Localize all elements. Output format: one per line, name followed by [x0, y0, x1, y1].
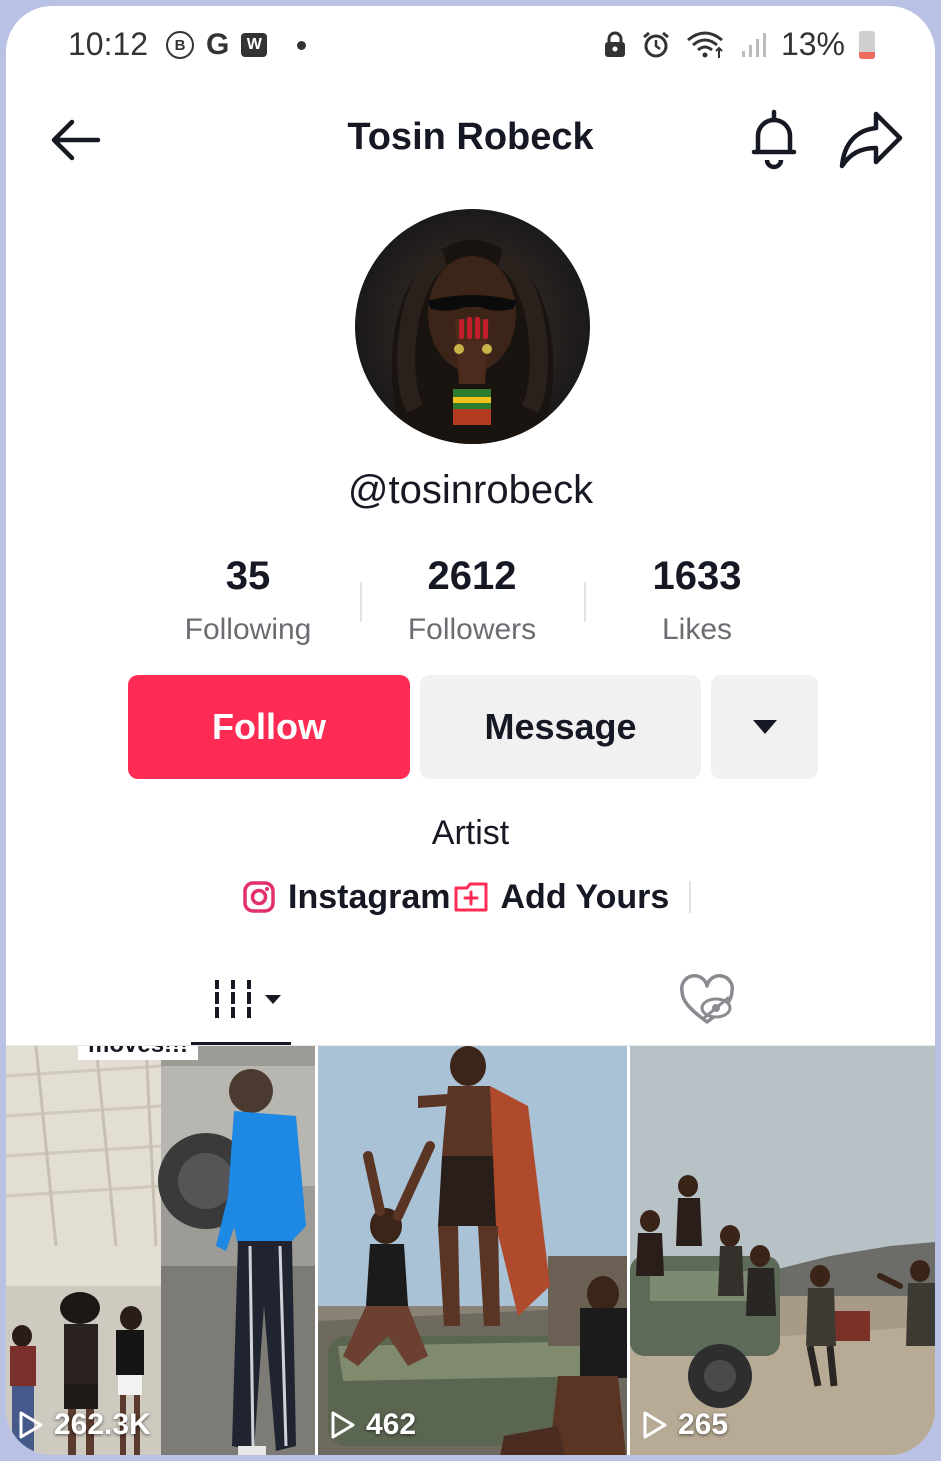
message-button[interactable]: Message [420, 675, 701, 779]
wifi-icon [687, 31, 723, 58]
b-circle-icon: B [166, 31, 194, 59]
profile-stats: 35 Following 2612 Followers 1633 Likes [6, 554, 935, 654]
dot-icon [297, 40, 307, 50]
view-count-text: 262.3K [54, 1408, 151, 1441]
tab-videos[interactable] [191, 962, 291, 1046]
more-options-button[interactable] [711, 675, 818, 779]
stat-likes[interactable]: 1633 Likes [597, 554, 797, 647]
stat-following[interactable]: 35 Following [148, 554, 348, 647]
tab-liked-hidden-icon[interactable] [678, 974, 736, 1028]
w-app-icon: W [241, 33, 268, 57]
view-count: 462 [330, 1408, 416, 1442]
video-grid: moves!!! 262.3K [6, 1046, 935, 1455]
battery-icon [859, 30, 875, 59]
add-yours-link[interactable]: Add Yours [501, 878, 670, 917]
caret-down-icon [752, 720, 777, 734]
view-count: 265 [642, 1408, 728, 1442]
stat-divider [360, 582, 362, 622]
view-count: 262.3K [18, 1408, 151, 1442]
status-time: 10:12 [68, 26, 149, 62]
stat-label: Followers [407, 613, 537, 646]
profile-handle: @tosinrobeck [347, 468, 594, 512]
video-thumbnail[interactable]: 462 [318, 1046, 627, 1455]
lock-icon [604, 31, 625, 57]
link-divider [689, 881, 691, 913]
instagram-icon [243, 881, 275, 913]
follow-button[interactable]: Follow [128, 675, 410, 779]
stat-label: Likes [661, 613, 733, 646]
play-icon [331, 1411, 355, 1439]
caret-down-icon [265, 995, 281, 1004]
video-thumbnail[interactable]: moves!!! 262.3K [6, 1046, 315, 1455]
video-grid-icon [213, 980, 253, 1018]
battery-percent: 13% [780, 26, 845, 62]
video-caption: moves!!! [78, 1046, 199, 1060]
content-tabs [6, 962, 935, 1046]
status-bar: 10:12 B G W 13% [6, 6, 935, 86]
view-count-text: 265 [678, 1408, 729, 1441]
stat-value: 35 [225, 554, 271, 598]
stat-value: 2612 [427, 554, 517, 598]
stat-followers[interactable]: 2612 Followers [372, 554, 572, 647]
stat-divider [584, 582, 586, 622]
profile-links: Instagram Add Yours [242, 874, 691, 920]
phone-screen: 10:12 B G W 13% Tosin Robeck @tosinrobec… [6, 6, 935, 1455]
bell-icon[interactable] [744, 106, 804, 172]
profile-bio: Artist [431, 814, 510, 852]
status-right-icons: 13% [603, 26, 875, 63]
play-icon [643, 1411, 667, 1439]
stat-value: 1633 [652, 554, 742, 598]
play-icon [19, 1411, 43, 1439]
instagram-link[interactable]: Instagram [288, 878, 451, 917]
stat-label: Following [184, 613, 312, 646]
add-yours-icon [454, 882, 487, 912]
avatar [355, 209, 590, 444]
share-icon[interactable] [836, 106, 906, 172]
video-thumbnail[interactable]: 265 [630, 1046, 935, 1455]
profile-header: Tosin Robeck [6, 96, 935, 176]
google-icon: G [206, 28, 230, 61]
view-count-text: 462 [366, 1408, 417, 1441]
alarm-icon [643, 31, 669, 57]
status-left-icons: B G W [166, 28, 307, 62]
signal-icon [741, 32, 766, 57]
